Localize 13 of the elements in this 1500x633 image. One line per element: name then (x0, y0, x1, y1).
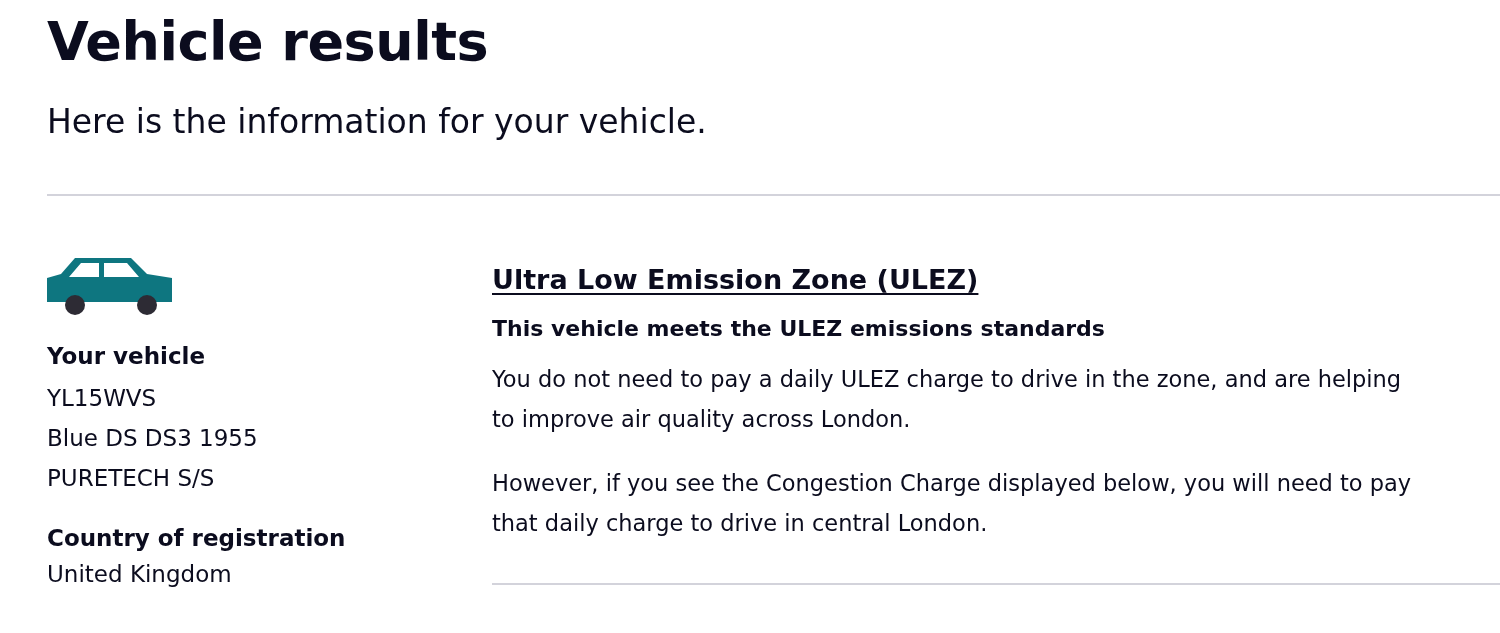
vehicle-detail: PURETECH S/S (47, 464, 216, 493)
vehicle-heading: Your vehicle (47, 342, 207, 371)
page-subtitle: Here is the information for your vehicle. (47, 101, 708, 143)
info-paragraph: However, if you see the Congestion Charge displayed below, you will need to pay that daily charge to drive in central London. (492, 469, 1413, 538)
country-heading: Country of registration (47, 524, 347, 553)
car-icon (47, 258, 173, 316)
vehicle-detail: YL15WVS (47, 384, 158, 413)
info-paragraph: You do not need to pay a daily ULEZ charge to drive in the zone, and are helping to improve air quality across London. (492, 365, 1403, 434)
ulez-status: This vehicle meets the ULEZ emissions standards (492, 315, 1106, 343)
page-title: Vehicle results (47, 9, 490, 75)
country-value: United Kingdom (47, 560, 233, 589)
vehicle-detail: Blue DS DS3 1955 (47, 424, 259, 453)
ulez-link[interactable]: Ultra Low Emission Zone (ULEZ) (492, 264, 979, 295)
